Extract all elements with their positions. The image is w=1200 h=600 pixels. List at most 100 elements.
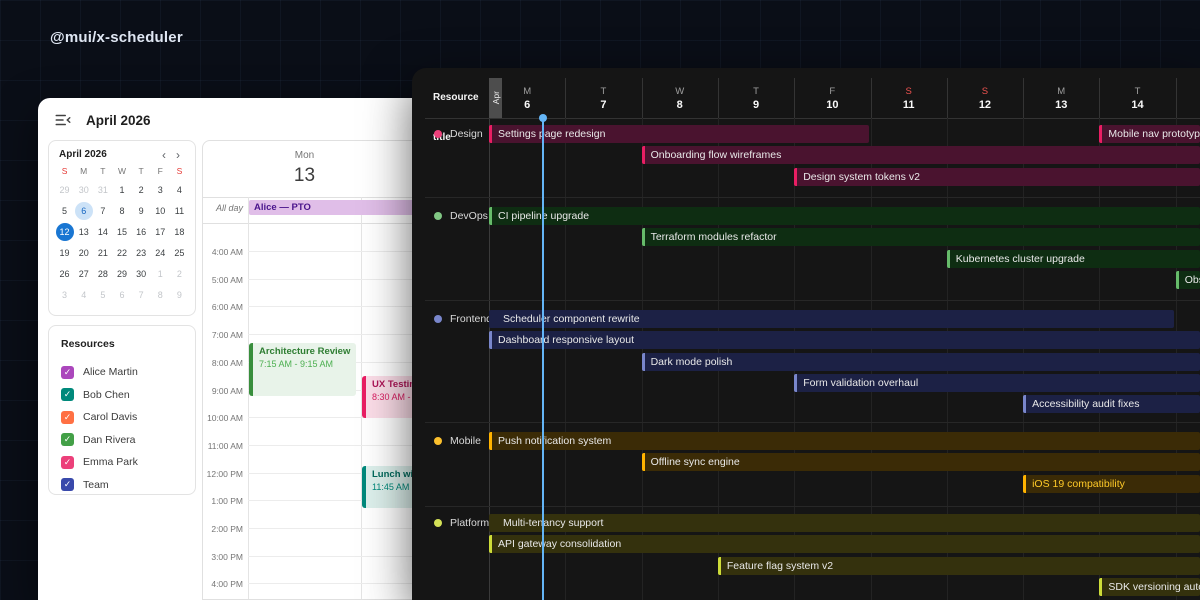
resource-item[interactable]: ✓Emma Park: [61, 451, 183, 474]
mini-calendar-day[interactable]: 9: [132, 200, 151, 221]
sidebar-toggle-button[interactable]: [54, 111, 72, 129]
timeline-event[interactable]: iOS 19 compatibility: [1023, 475, 1200, 493]
mini-calendar-day[interactable]: 7: [132, 284, 151, 305]
mini-calendar-day[interactable]: 13: [74, 221, 93, 242]
time-label: 12:00 PM: [203, 469, 243, 479]
mini-calendar-day[interactable]: 1: [112, 179, 131, 200]
resource-checkbox[interactable]: ✓: [61, 433, 74, 446]
mini-calendar-day-number: 2: [132, 181, 150, 199]
mini-calendar-day[interactable]: 28: [93, 263, 112, 284]
resource-item[interactable]: ✓ Carol Davis: [61, 406, 183, 429]
mini-calendar-day[interactable]: 2: [132, 179, 151, 200]
mini-calendar-day-number: 1: [151, 265, 169, 283]
mini-calendar-day[interactable]: 3: [55, 284, 74, 305]
mini-calendar-day[interactable]: 11: [170, 200, 189, 221]
mini-calendar-day[interactable]: 6: [112, 284, 131, 305]
timeline-event[interactable]: Feature flag system v2: [718, 557, 1200, 575]
timeline-event[interactable]: Dashboard responsive layout: [489, 331, 1200, 349]
resource-checkbox[interactable]: ✓: [61, 366, 74, 379]
next-month-button[interactable]: ›: [171, 150, 185, 160]
mini-calendar-day[interactable]: 2: [170, 263, 189, 284]
resource-item[interactable]: ✓Team: [61, 474, 183, 497]
mini-calendar-day[interactable]: 8: [112, 200, 131, 221]
mini-calendar-day-number: 25: [170, 244, 188, 262]
prev-month-button[interactable]: ‹: [157, 150, 171, 160]
timeline-event[interactable]: Offline sync engine: [642, 453, 1200, 471]
timeline-event[interactable]: Push notification system: [489, 432, 1200, 450]
timeline-event[interactable]: CI pipeline upgrade: [489, 207, 1200, 225]
timeline-day-number: 13: [1055, 99, 1067, 111]
mini-calendar-day[interactable]: 3: [151, 179, 170, 200]
resource-item[interactable]: ✓Dan Rivera: [61, 429, 183, 452]
time-label: 9:00 AM: [203, 386, 243, 396]
mini-calendar-day[interactable]: 4: [74, 284, 93, 305]
timeline-event[interactable]: Multi-tenancy support: [489, 514, 1200, 532]
timeline-event[interactable]: Accessibility audit fixes: [1023, 395, 1200, 413]
mini-calendar-day[interactable]: 9: [170, 284, 189, 305]
grid-line: [718, 78, 719, 118]
timeline-event[interactable]: Settings page redesign: [489, 125, 869, 143]
mini-calendar-day[interactable]: 27: [74, 263, 93, 284]
timeline-event[interactable]: Kubernetes cluster upgrade: [947, 250, 1200, 268]
resource-label: Carol Davis: [83, 411, 137, 423]
mini-calendar-day[interactable]: 20: [74, 242, 93, 263]
timeline-event[interactable]: Onboarding flow wireframes: [642, 146, 1200, 164]
mini-calendar-day[interactable]: 29: [112, 263, 131, 284]
timeline-day-header: F10: [794, 78, 870, 118]
mini-calendar-day[interactable]: 7: [93, 200, 112, 221]
timeline-day-number: 9: [753, 99, 759, 111]
mini-calendar-day[interactable]: 17: [151, 221, 170, 242]
resource-checkbox[interactable]: ✓: [61, 478, 74, 491]
mini-calendar-day-number: 31: [94, 181, 112, 199]
resource-checkbox[interactable]: ✓: [61, 411, 74, 424]
mini-calendar-day[interactable]: 4: [170, 179, 189, 200]
time-label: 2:00 PM: [203, 524, 243, 534]
resource-item[interactable]: ✓Bob Chen: [61, 384, 183, 407]
mini-calendar-day[interactable]: 5: [93, 284, 112, 305]
mini-calendar-day[interactable]: 12: [55, 221, 74, 242]
timeline-event[interactable]: API gateway consolidation: [489, 535, 1200, 553]
timeline-event[interactable]: Scheduler component rewrite: [489, 310, 1174, 328]
resource-item[interactable]: ✓Alice Martin: [61, 361, 183, 384]
now-indicator-dot: [539, 114, 547, 122]
timeline-event[interactable]: SDK versioning automat: [1099, 578, 1200, 596]
timeline-event[interactable]: Form validation overhaul: [794, 374, 1200, 392]
all-day-label: All day: [203, 203, 243, 213]
now-indicator: [542, 118, 544, 600]
mini-calendar-day[interactable]: 6: [74, 200, 93, 221]
mini-calendar-day[interactable]: 10: [151, 200, 170, 221]
mini-calendar-day[interactable]: 15: [112, 221, 131, 242]
timeline-event[interactable]: Mobile nav prototype: [1099, 125, 1200, 143]
resource-row-label: Platform: [434, 515, 489, 531]
mini-calendar-day[interactable]: 26: [55, 263, 74, 284]
resource-checkbox[interactable]: ✓: [61, 388, 74, 401]
mini-calendar-day[interactable]: 16: [132, 221, 151, 242]
mini-calendar-day-number: 9: [132, 202, 150, 220]
time-label: 3:00 PM: [203, 552, 243, 562]
timeline-event[interactable]: Terraform modules refactor: [642, 228, 1200, 246]
mini-calendar-day[interactable]: 29: [55, 179, 74, 200]
mini-calendar-day[interactable]: 30: [74, 179, 93, 200]
mini-calendar-day[interactable]: 19: [55, 242, 74, 263]
mini-calendar-day[interactable]: 30: [132, 263, 151, 284]
mini-calendar-day[interactable]: 31: [93, 179, 112, 200]
mini-calendar-day[interactable]: 22: [112, 242, 131, 263]
time-label: 1:00 PM: [203, 496, 243, 506]
timeline-day-number: 14: [1131, 99, 1143, 111]
mini-calendar-day[interactable]: 24: [151, 242, 170, 263]
mini-calendar-day[interactable]: 23: [132, 242, 151, 263]
resource-checkbox[interactable]: ✓: [61, 456, 74, 469]
timeline-event[interactable]: Dark mode polish: [642, 353, 1200, 371]
timeline-event[interactable]: Design system tokens v2: [794, 168, 1200, 186]
mini-calendar-day[interactable]: 18: [170, 221, 189, 242]
timeline-event[interactable]: Obse: [1176, 271, 1200, 289]
day-event[interactable]: Architecture Review7:15 AM - 9:15 AM: [249, 343, 356, 396]
mini-calendar-day[interactable]: 5: [55, 200, 74, 221]
mini-calendar-day[interactable]: 25: [170, 242, 189, 263]
mini-calendar-day[interactable]: 14: [93, 221, 112, 242]
resource-row-label: Design: [434, 126, 483, 142]
mini-calendar-day[interactable]: 1: [151, 263, 170, 284]
mini-calendar-day[interactable]: 21: [93, 242, 112, 263]
resource-color-dot: [434, 315, 442, 323]
mini-calendar-day[interactable]: 8: [151, 284, 170, 305]
